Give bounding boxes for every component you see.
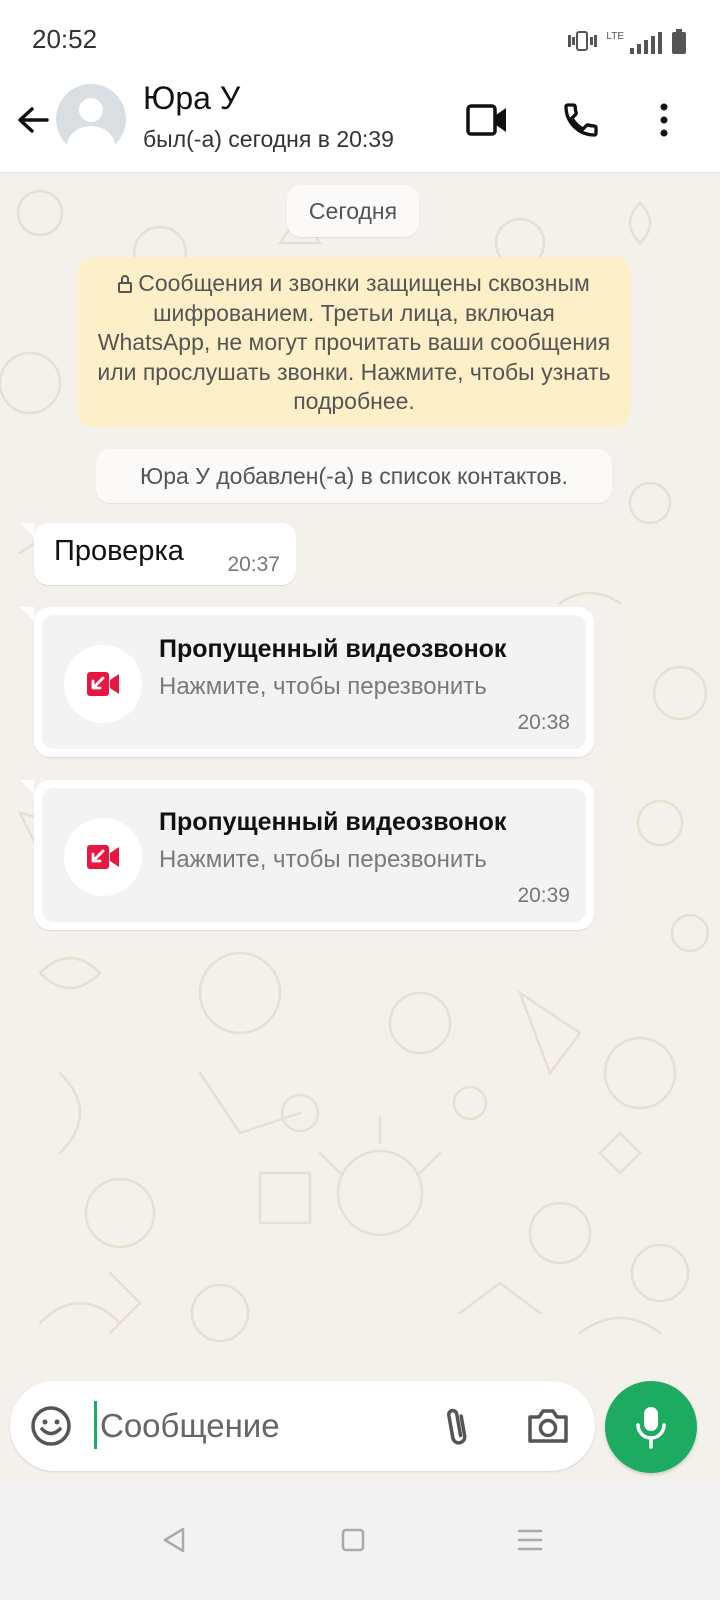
vibrate-icon xyxy=(568,30,597,54)
avatar[interactable] xyxy=(56,84,126,154)
date-separator: Сегодня xyxy=(287,185,419,237)
missed-video-call-icon xyxy=(64,818,142,896)
nav-back-icon[interactable] xyxy=(154,1520,194,1560)
message-text: Проверка xyxy=(54,535,184,567)
system-message: Юра У добавлен(-а) в список контактов. xyxy=(96,449,612,503)
nav-menu-icon[interactable] xyxy=(510,1520,550,1560)
contact-name[interactable]: Юра У xyxy=(143,80,240,117)
network-type-label: LTE xyxy=(606,31,624,42)
video-call-icon[interactable] xyxy=(463,96,511,144)
camera-icon[interactable] xyxy=(526,1405,570,1450)
microphone-icon xyxy=(636,1407,666,1449)
last-seen-status[interactable]: был(-а) сегодня в 20:39 xyxy=(143,126,394,153)
chat-area[interactable]: Сегодня Сообщения и звонки защищены скво… xyxy=(0,173,720,1383)
message-composer xyxy=(10,1381,595,1471)
missed-call-subtitle: Нажмите, чтобы перезвонить xyxy=(159,673,487,700)
status-icons: LTE xyxy=(568,26,686,54)
encryption-notice-text: Сообщения и звонки защищены сквозным шиф… xyxy=(97,270,611,414)
encryption-notice[interactable]: Сообщения и звонки защищены сквозным шиф… xyxy=(78,257,630,427)
nav-home-icon[interactable] xyxy=(333,1520,373,1560)
system-navigation-bar xyxy=(0,1482,720,1600)
paperclip-icon[interactable] xyxy=(440,1405,474,1454)
status-time: 20:52 xyxy=(32,24,98,54)
more-options-icon[interactable] xyxy=(640,96,688,144)
missed-call-time: 20:39 xyxy=(517,884,570,907)
battery-icon xyxy=(672,29,686,54)
text-cursor xyxy=(94,1401,97,1449)
phone-icon[interactable] xyxy=(557,96,605,144)
missed-call-bubble[interactable]: Пропущенный видеозвонок Нажмите, чтобы п… xyxy=(20,780,594,930)
message-time: 20:37 xyxy=(227,553,280,576)
signal-icon xyxy=(630,32,662,54)
microphone-button[interactable] xyxy=(605,1381,697,1473)
incoming-message-bubble[interactable]: Проверка 20:37 xyxy=(20,523,296,585)
missed-call-bubble[interactable]: Пропущенный видеозвонок Нажмите, чтобы п… xyxy=(20,607,594,757)
missed-video-call-icon xyxy=(64,645,142,723)
chat-header: Юра У был(-а) сегодня в 20:39 xyxy=(0,78,720,173)
message-input[interactable] xyxy=(98,1399,422,1453)
lock-icon xyxy=(118,275,133,293)
missed-call-subtitle: Нажмите, чтобы перезвонить xyxy=(159,846,487,873)
emoji-icon[interactable] xyxy=(30,1405,72,1452)
missed-call-time: 20:38 xyxy=(517,711,570,734)
missed-call-title: Пропущенный видеозвонок xyxy=(159,808,507,836)
status-bar: 20:52 LTE xyxy=(0,0,720,78)
missed-call-title: Пропущенный видеозвонок xyxy=(159,635,507,663)
back-arrow-icon[interactable] xyxy=(14,100,54,140)
